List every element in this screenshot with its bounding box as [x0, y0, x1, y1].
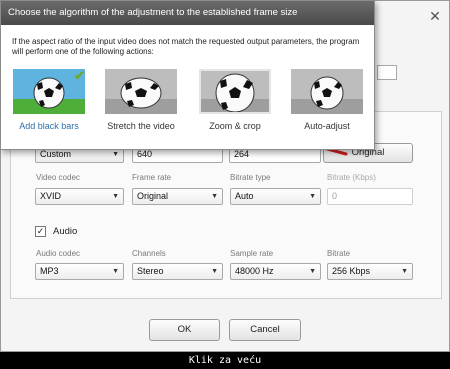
option-add-black-bars[interactable]: ✔ Add black bars	[11, 69, 87, 136]
audio-bitrate-select[interactable]: 256 Kbps ▼	[327, 263, 413, 280]
chevron-down-icon: ▼	[309, 268, 316, 275]
option-label-stretch: Stretch the video	[107, 121, 175, 131]
option-label-zoom-crop: Zoom & crop	[209, 121, 261, 131]
frame-rate-value: Original	[137, 191, 169, 201]
channels-label: Channels	[132, 249, 166, 258]
ok-button[interactable]: OK	[149, 319, 220, 341]
close-icon[interactable]: ✕	[426, 7, 444, 25]
check-icon: ✔	[74, 69, 85, 83]
video-bitrate-input: 0	[327, 188, 413, 205]
bitrate-type-select[interactable]: Auto ▼	[230, 188, 321, 205]
audio-bitrate-label: Bitrate	[327, 249, 351, 258]
frame-rate-select[interactable]: Original ▼	[132, 188, 223, 205]
frame-adjust-popup: Choose the algorithm of the adjustment t…	[0, 0, 375, 150]
chevron-down-icon: ▼	[401, 268, 408, 275]
frame-rate-label: Frame rate	[132, 173, 172, 182]
video-bitrate-label: Bitrate (Kbps)	[327, 173, 376, 182]
bitrate-type-value: Auto	[235, 191, 254, 201]
auto-adjust-thumbnail	[291, 69, 363, 114]
option-auto-adjust[interactable]: Auto-adjust	[289, 69, 365, 136]
cancel-button[interactable]: Cancel	[229, 319, 301, 341]
chevron-down-icon: ▼	[112, 193, 119, 200]
height-value: 264	[234, 149, 250, 159]
audio-checkbox[interactable]: ✓	[35, 226, 46, 237]
chevron-down-icon: ▼	[112, 268, 119, 275]
footer-caption[interactable]: Klik za veću	[0, 352, 450, 369]
option-stretch-the-video[interactable]: Stretch the video	[103, 69, 179, 136]
sample-rate-label: Sample rate	[230, 249, 274, 258]
sample-rate-value: 48000 Hz	[235, 266, 274, 276]
video-codec-value: XVID	[40, 191, 62, 201]
add-black-bars-thumbnail: ✔	[13, 69, 85, 114]
video-codec-label: Video codec	[36, 173, 80, 182]
chevron-down-icon: ▼	[211, 268, 218, 275]
audio-bitrate-value: 256 Kbps	[332, 266, 371, 276]
top-input-field[interactable]	[377, 65, 397, 80]
video-codec-select[interactable]: XVID ▼	[35, 188, 124, 205]
zoom-crop-thumbnail	[199, 69, 271, 114]
audio-checkbox-label: Audio	[53, 226, 78, 237]
audio-codec-value: MP3	[40, 266, 59, 276]
popup-title: Choose the algorithm of the adjustment t…	[1, 1, 374, 25]
channels-select[interactable]: Stereo ▼	[132, 263, 223, 280]
option-label-add-black-bars: Add black bars	[19, 121, 79, 131]
audio-codec-label: Audio codec	[36, 249, 81, 258]
popup-description: If the aspect ratio of the input video d…	[12, 37, 360, 56]
video-bitrate-value: 0	[332, 191, 338, 201]
chevron-down-icon: ▼	[211, 193, 218, 200]
audio-codec-select[interactable]: MP3 ▼	[35, 263, 124, 280]
channels-value: Stereo	[137, 266, 164, 276]
stretch-thumbnail	[105, 69, 177, 114]
option-label-auto-adjust: Auto-adjust	[304, 121, 350, 131]
width-value: 640	[137, 149, 153, 159]
bitrate-type-label: Bitrate type	[230, 173, 271, 182]
size-preset-value: Custom	[40, 149, 72, 159]
chevron-down-icon: ▼	[309, 193, 316, 200]
sample-rate-select[interactable]: 48000 Hz ▼	[230, 263, 321, 280]
option-zoom-crop[interactable]: Zoom & crop	[197, 69, 273, 136]
